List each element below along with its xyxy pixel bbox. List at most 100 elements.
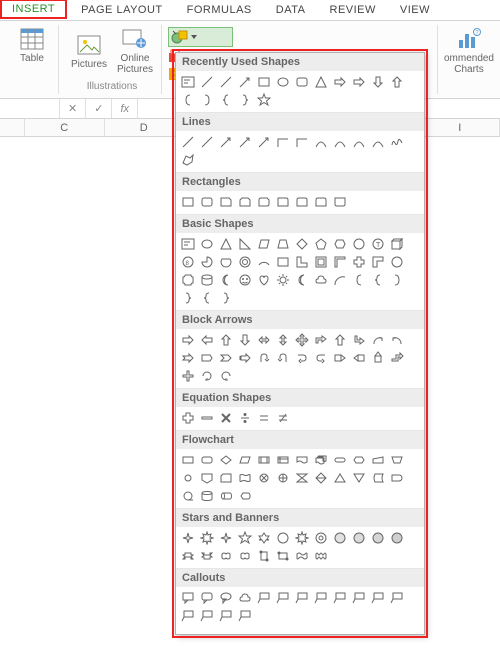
name-box[interactable] [0, 99, 60, 118]
fx-label[interactable]: fx [112, 99, 138, 118]
shape-arrow[interactable] [218, 134, 234, 150]
shape-arrow-lr[interactable] [256, 332, 272, 348]
shape-arc2[interactable] [332, 272, 348, 288]
shape-line-callout5[interactable] [332, 590, 348, 606]
shape-delay[interactable] [389, 470, 405, 486]
shape-corner[interactable] [370, 254, 386, 270]
shape-line[interactable] [199, 74, 215, 90]
shape-collate[interactable] [294, 470, 310, 486]
shape-bracket-r[interactable] [389, 272, 405, 288]
shape-bracket-r[interactable] [199, 92, 215, 108]
shape-arrow-turn[interactable] [351, 332, 367, 348]
shape-freeform[interactable] [180, 152, 196, 168]
shape-moon[interactable] [218, 272, 234, 288]
shape-internal[interactable] [275, 452, 291, 468]
shape-pentagon[interactable] [313, 236, 329, 252]
tab-page-layout[interactable]: PAGE LAYOUT [69, 0, 175, 20]
shape-ring[interactable] [237, 254, 253, 270]
shape-divide[interactable] [237, 410, 253, 426]
shape-elbow[interactable] [294, 134, 310, 150]
shape-curve[interactable] [370, 134, 386, 150]
shape-arrow-callout[interactable] [332, 350, 348, 366]
shape-doublewave[interactable] [313, 548, 329, 564]
shape-line-callout4[interactable] [313, 590, 329, 606]
shape-rtriangle[interactable] [237, 236, 253, 252]
table-button[interactable]: Table [10, 27, 54, 64]
shape-bracket-l[interactable] [351, 272, 367, 288]
shape-snipround[interactable] [256, 194, 272, 210]
shape-terminator[interactable] [332, 452, 348, 468]
shape-star[interactable] [256, 92, 272, 108]
shape-line-callout3[interactable] [294, 590, 310, 606]
shape-process[interactable] [180, 452, 196, 468]
shape-circle[interactable] [389, 254, 405, 270]
tab-insert[interactable]: INSERT [0, 0, 67, 19]
shape-line-callout12[interactable] [237, 608, 253, 624]
shape-magdisk[interactable] [199, 488, 215, 504]
shape-trapezoid[interactable] [275, 236, 291, 252]
shape-stored[interactable] [370, 470, 386, 486]
shape-arrow-r[interactable] [332, 74, 348, 90]
shape-manual-op[interactable] [389, 452, 405, 468]
shape-wave[interactable] [294, 548, 310, 564]
shape-summing[interactable] [256, 470, 272, 486]
shape-alt-process[interactable] [199, 452, 215, 468]
shape-exp8[interactable] [199, 530, 215, 546]
shape-document[interactable] [294, 452, 310, 468]
shape-exp4[interactable] [180, 530, 196, 546]
shape-punched[interactable] [237, 470, 253, 486]
shape-ribbon2-down[interactable] [237, 548, 253, 564]
shape-line[interactable] [218, 74, 234, 90]
shape-round2[interactable] [294, 194, 310, 210]
shape-snip2[interactable] [237, 194, 253, 210]
shape-sun[interactable] [275, 272, 291, 288]
shape-textbox[interactable] [180, 236, 196, 252]
shape-arrow-r2[interactable] [351, 74, 367, 90]
shape-arrow-curve2[interactable] [389, 332, 405, 348]
shape-prep[interactable] [351, 452, 367, 468]
shape-heart[interactable] [256, 272, 272, 288]
shape-merge[interactable] [351, 470, 367, 486]
shape-scroll-v[interactable] [256, 548, 272, 564]
shape-smiley[interactable] [237, 272, 253, 288]
shape-oval[interactable] [275, 74, 291, 90]
shape-plaque[interactable] [180, 272, 196, 288]
shape-star8[interactable] [294, 530, 310, 546]
shape-cloud[interactable] [313, 272, 329, 288]
shape-moon2[interactable] [294, 272, 310, 288]
shape-star10[interactable] [313, 530, 329, 546]
shape-rect[interactable] [256, 74, 272, 90]
shape-parallelogram[interactable] [256, 236, 272, 252]
shape-not-equal[interactable] [275, 410, 291, 426]
shape-decision[interactable] [218, 452, 234, 468]
shape-arrow-uturn3[interactable] [294, 350, 310, 366]
shape-manual-input[interactable] [370, 452, 386, 468]
shape-predef[interactable] [256, 452, 272, 468]
shape-rect[interactable] [180, 194, 196, 210]
shape-line-callout11[interactable] [218, 608, 234, 624]
shape-roundsame[interactable] [313, 194, 329, 210]
shape-line-callout10[interactable] [199, 608, 215, 624]
shape-curve[interactable] [313, 134, 329, 150]
shape-ribbon-up[interactable] [180, 548, 196, 564]
shape-arrow-u[interactable] [218, 332, 234, 348]
shape-chevron[interactable] [218, 350, 234, 366]
shape-frame[interactable] [313, 254, 329, 270]
shape-cube[interactable] [389, 236, 405, 252]
shape-scribble[interactable] [389, 134, 405, 150]
shape-arrow-up[interactable] [389, 74, 405, 90]
shape-speech-oval[interactable] [218, 590, 234, 606]
shape-star4[interactable] [218, 530, 234, 546]
shape-elbow[interactable] [275, 134, 291, 150]
shape-arrow-down[interactable] [370, 74, 386, 90]
shape-ribbon-down[interactable] [199, 548, 215, 564]
shape-line-callout7[interactable] [370, 590, 386, 606]
shape-arrow-circ2[interactable] [218, 368, 234, 384]
shape-cloud[interactable] [237, 590, 253, 606]
shape-heptagon[interactable] [351, 236, 367, 252]
shape-star5[interactable] [237, 530, 253, 546]
tab-review[interactable]: REVIEW [318, 0, 388, 20]
shape-roundsame2[interactable] [332, 194, 348, 210]
enter-icon[interactable]: ✓ [86, 99, 112, 118]
shape-connector[interactable] [180, 470, 196, 486]
